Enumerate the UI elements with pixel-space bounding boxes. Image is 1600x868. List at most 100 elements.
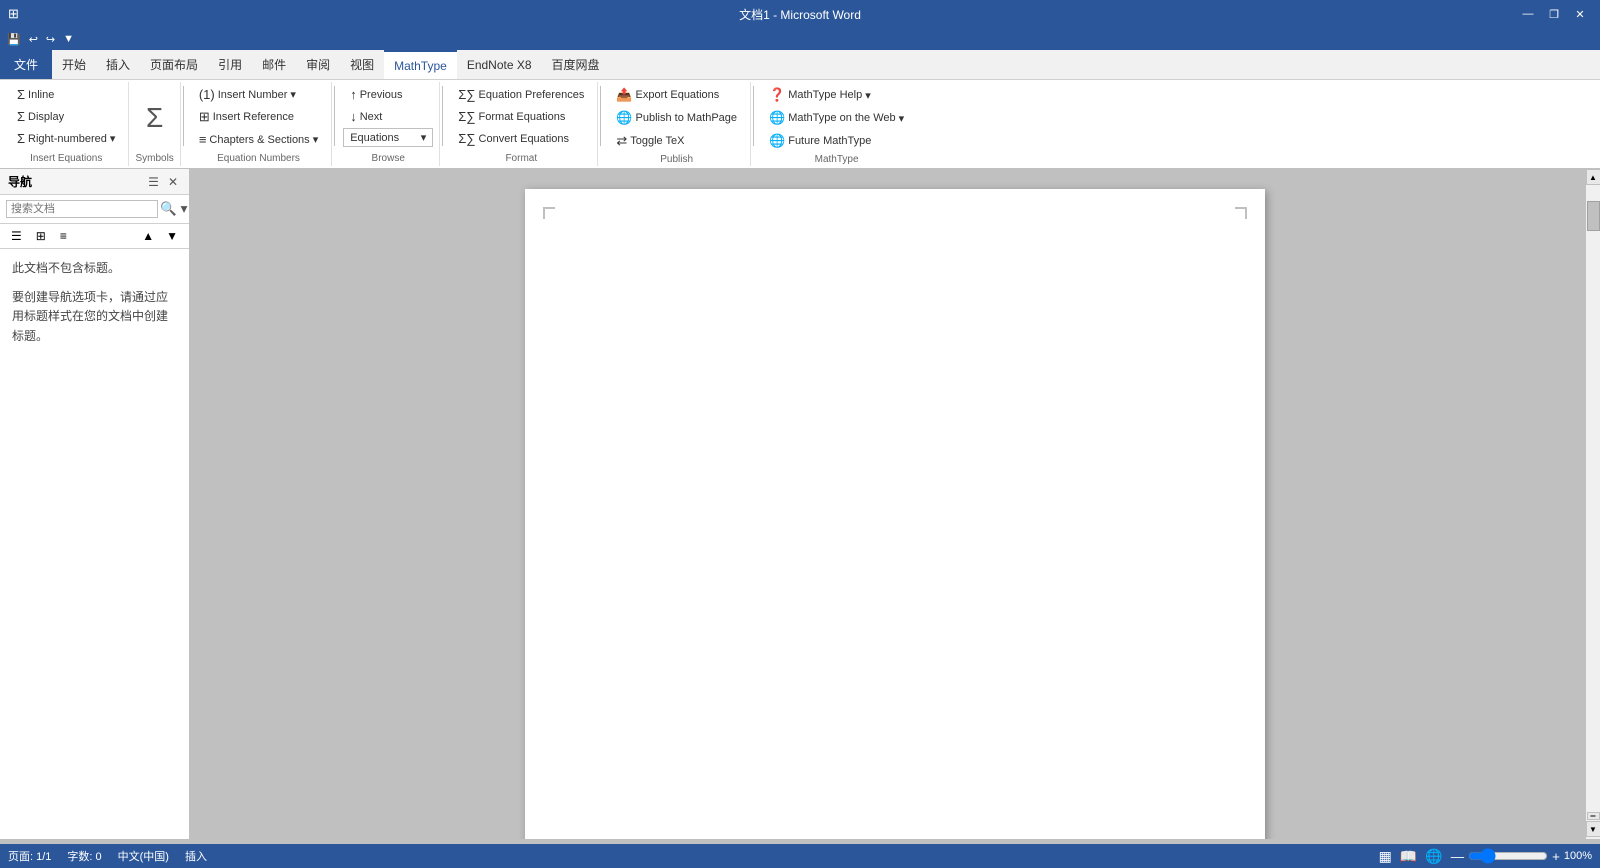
convert-equations-button[interactable]: Σ∑ Convert Equations	[451, 128, 591, 149]
view-menu[interactable]: 视图	[340, 50, 384, 79]
sidebar-title: 导航	[8, 173, 32, 190]
file-menu[interactable]: 文件	[0, 50, 52, 79]
publish-icon: 🌐	[616, 110, 632, 126]
page-layout-menu[interactable]: 页面布局	[140, 50, 208, 79]
result-view-button[interactable]: ≡	[55, 226, 72, 246]
next-button[interactable]: ↓ Next	[343, 106, 433, 127]
baidu-menu[interactable]: 百度网盘	[542, 50, 610, 79]
insert-menu[interactable]: 插入	[96, 50, 140, 79]
page-view-button[interactable]: ⊞	[31, 226, 51, 246]
home-menu[interactable]: 开始	[52, 50, 96, 79]
zoom-level: 100%	[1564, 850, 1592, 862]
insert-number-dropdown-icon: ▾	[290, 88, 296, 101]
sidebar-content: 此文档不包含标题。 要创建导航选项卡，请通过应用标题样式在您的文档中创建标题。	[0, 249, 189, 839]
format-equations-icon: Σ∑	[458, 109, 475, 124]
scroll-up-button[interactable]: ▲	[1586, 169, 1600, 185]
scroll-thumb[interactable]	[1587, 201, 1600, 231]
mode-status: 插入	[185, 848, 207, 864]
scroll-resize-button[interactable]: ═	[1587, 812, 1600, 820]
mathtype-web-dropdown-icon: ▾	[899, 112, 905, 125]
future-mathtype-icon: 🌐	[769, 133, 785, 149]
zoom-out-button[interactable]: —	[1451, 849, 1464, 864]
zoom-in-button[interactable]: +	[1552, 849, 1560, 864]
endnote-menu[interactable]: EndNote X8	[457, 50, 542, 79]
sidebar-menu-button[interactable]: ☰	[145, 174, 162, 190]
equation-preferences-button[interactable]: Σ∑ Equation Preferences	[451, 84, 591, 105]
redo-button[interactable]: ↪	[43, 32, 58, 47]
search-options-button[interactable]: ▾	[179, 199, 190, 219]
publish-to-mathpage-button[interactable]: 🌐 Publish to MathPage	[609, 107, 744, 129]
undo-button[interactable]: ↩	[26, 32, 41, 47]
ribbon: Σ Inline Σ Display Σ Right-numbered ▾ In…	[0, 80, 1600, 169]
separator-2	[334, 86, 335, 146]
export-equations-button[interactable]: 📤 Export Equations	[609, 84, 744, 106]
scroll-bottom-controls: ═ ▼	[1586, 812, 1600, 837]
ribbon-group-mathtype: ❓ MathType Help ▾ 🌐 MathType on the Web …	[756, 82, 917, 166]
ribbon-group-browse: ↑ Previous ↓ Next Equations ▾ Browse	[337, 82, 440, 166]
sidebar-search: 🔍 ▾	[0, 195, 189, 224]
future-mathtype-button[interactable]: 🌐 Future MathType	[762, 130, 911, 152]
symbols-icon: Σ	[146, 102, 163, 134]
format-label: Format	[505, 151, 537, 164]
view-web-button[interactable]: 🌐	[1425, 848, 1442, 865]
document-page[interactable]	[525, 189, 1265, 839]
insert-number-button[interactable]: (1) Insert Number ▾	[192, 84, 325, 105]
close-button[interactable]: ✕	[1568, 4, 1592, 24]
export-icon: 📤	[616, 87, 632, 103]
equation-numbers-label: Equation Numbers	[217, 151, 300, 164]
dropdown-arrow-icon: ▾	[110, 132, 116, 145]
window-title: 文档1 - Microsoft Word	[739, 6, 861, 23]
mathtype-on-web-button[interactable]: 🌐 MathType on the Web ▾	[762, 107, 911, 129]
restore-button[interactable]: ❐	[1542, 4, 1566, 24]
nav-up-button[interactable]: ▲	[137, 226, 159, 246]
references-menu[interactable]: 引用	[208, 50, 252, 79]
equations-dropdown[interactable]: Equations ▾	[343, 128, 433, 147]
insert-reference-button[interactable]: ⊞ Insert Reference	[192, 106, 325, 128]
ribbon-group-symbols: Σ Symbols	[129, 82, 180, 166]
search-input[interactable]	[6, 200, 158, 218]
sidebar-view-buttons: ☰ ⊞ ≡ ▲ ▼	[0, 224, 189, 249]
publish-label: Publish	[660, 152, 693, 165]
sidebar-nav-arrows: ▲ ▼	[137, 226, 183, 246]
previous-button[interactable]: ↑ Previous	[343, 84, 433, 105]
insert-equations-label: Insert Equations	[30, 151, 102, 164]
review-menu[interactable]: 审阅	[296, 50, 340, 79]
scroll-down-button[interactable]: ▼	[1586, 821, 1600, 837]
separator-5	[753, 86, 754, 146]
view-reading-button[interactable]: 📖	[1400, 848, 1417, 865]
right-numbered-button[interactable]: Σ Right-numbered ▾	[10, 128, 122, 149]
minimize-button[interactable]: —	[1516, 4, 1540, 24]
previous-icon: ↑	[350, 87, 357, 102]
sidebar-close-button[interactable]: ✕	[165, 174, 181, 190]
mathtype-menu[interactable]: MathType	[384, 50, 457, 79]
right-numbered-icon: Σ	[17, 131, 25, 146]
display-button[interactable]: Σ Display	[10, 106, 122, 127]
zoom-slider[interactable]	[1468, 848, 1548, 864]
chapters-sections-icon: ≡	[199, 132, 207, 147]
equation-preferences-icon: Σ∑	[458, 87, 475, 102]
menu-bar: 文件 开始 插入 页面布局 引用 邮件 审阅 视图 MathType EndNo…	[0, 50, 1600, 80]
browse-label: Browse	[372, 151, 405, 164]
page-corner-tl	[543, 207, 555, 219]
save-button[interactable]: 💾	[4, 32, 24, 47]
nav-down-button[interactable]: ▼	[161, 226, 183, 246]
toggle-tex-icon: ⇄	[616, 133, 627, 149]
separator-4	[600, 86, 601, 146]
mathtype-help-button[interactable]: ❓ MathType Help ▾	[762, 84, 911, 106]
title-bar: ⊞ 文档1 - Microsoft Word — ❐ ✕	[0, 0, 1600, 28]
chapters-sections-button[interactable]: ≡ Chapters & Sections ▾	[192, 129, 325, 150]
format-equations-button[interactable]: Σ∑ Format Equations	[451, 106, 591, 127]
insert-number-icon: (1)	[199, 87, 215, 102]
heading-view-button[interactable]: ☰	[6, 226, 27, 246]
toggle-tex-button[interactable]: ⇄ Toggle TeX	[609, 130, 744, 152]
mail-menu[interactable]: 邮件	[252, 50, 296, 79]
sidebar-header: 导航 ☰ ✕	[0, 169, 189, 195]
customize-quick-access-button[interactable]: ▼	[60, 32, 77, 46]
mathtype-web-icon: 🌐	[769, 110, 785, 126]
view-layout-button[interactable]: ▦	[1379, 848, 1392, 865]
inline-button[interactable]: Σ Inline	[10, 84, 122, 105]
search-button[interactable]: 🔍	[158, 199, 179, 219]
document-area[interactable]: ▲ ═ ▼	[190, 169, 1600, 839]
vertical-scrollbar[interactable]: ▲ ═ ▼	[1585, 169, 1600, 839]
next-icon: ↓	[350, 109, 357, 124]
